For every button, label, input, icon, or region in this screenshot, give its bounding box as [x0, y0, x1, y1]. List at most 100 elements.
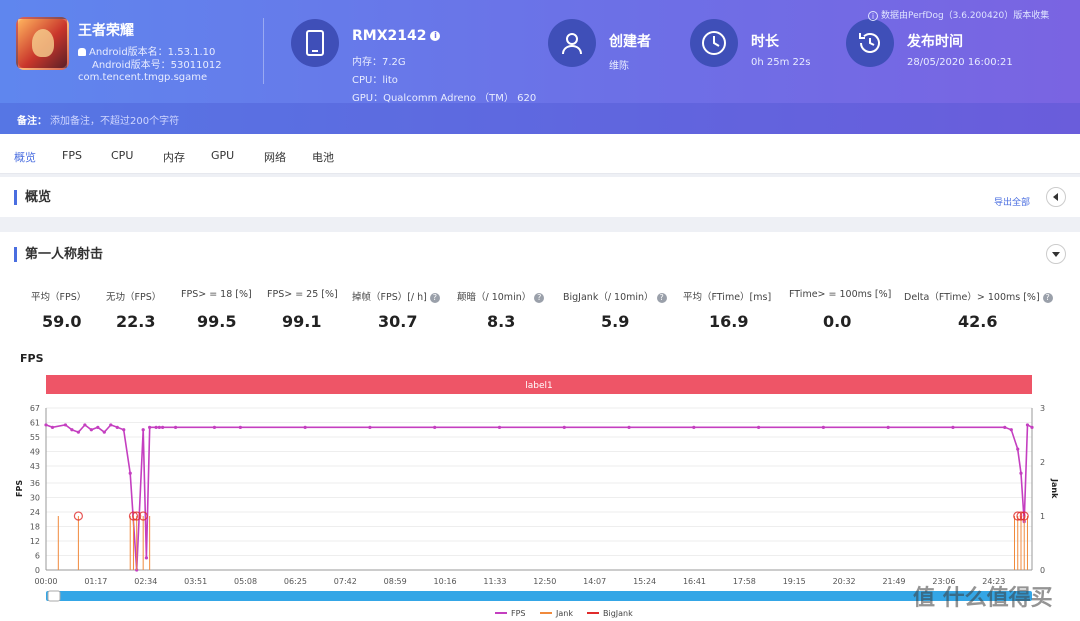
y-tick-label: 67: [30, 404, 40, 413]
x-tick-label: 00:00: [34, 577, 57, 586]
tab-memory[interactable]: 内存: [163, 149, 185, 165]
metric-value: 0.0: [823, 312, 852, 331]
metric-label: BigJank（/ 10min）?: [563, 289, 667, 303]
y-tick-label: 18: [30, 522, 40, 531]
fps-point: [109, 423, 113, 427]
metric-label: 无功（FPS）: [106, 292, 162, 303]
x-tick-label: 19:15: [783, 577, 806, 586]
overview-title: 概览: [14, 190, 51, 205]
legend-label: FPS: [511, 609, 526, 618]
fps-point: [1016, 447, 1020, 451]
watermark: 值 什么值得买: [913, 586, 1053, 611]
info-icon[interactable]: i: [430, 31, 441, 41]
fps-point: [148, 425, 152, 429]
help-icon[interactable]: ?: [1042, 292, 1053, 303]
duration-label: 时长: [751, 34, 779, 50]
note-bar: 备注： 添加备注，不超过200个字符: [0, 103, 1080, 134]
x-tick-label: 14:07: [583, 577, 606, 586]
legend-label: BigJank: [603, 609, 633, 618]
x-tick-label: 02:34: [134, 577, 157, 586]
chart-title: FPS: [20, 352, 44, 365]
report-header: 王者荣耀 Android版本名：1.53.1.10 Android版本号：530…: [0, 0, 1080, 134]
history-icon: [846, 19, 894, 67]
creator-value: 维陈: [609, 61, 629, 72]
metric-label: FTime> = 100ms [%]: [789, 289, 892, 300]
device-gpu: GPU：Qualcomm Adreno （TM） 620: [352, 93, 537, 104]
scrollbar-handle[interactable]: [47, 590, 61, 602]
fps-point: [76, 430, 80, 434]
x-tick-label: 15:24: [633, 577, 656, 586]
metric-value: 8.3: [487, 312, 516, 331]
tab-gpu[interactable]: GPU: [211, 149, 234, 162]
fps-point: [89, 428, 93, 432]
fps-point: [161, 425, 165, 429]
fps-point: [157, 425, 161, 429]
y2-tick-label: 1: [1040, 512, 1045, 521]
tab-cpu[interactable]: CPU: [111, 149, 133, 162]
metric-value: 22.3: [116, 312, 156, 331]
tab-battery[interactable]: 电池: [312, 149, 334, 165]
x-tick-label: 05:08: [234, 577, 257, 586]
tab-network[interactable]: 网络: [264, 149, 286, 165]
x-tick-label: 12:50: [533, 577, 556, 586]
x-tick-label: 20:32: [833, 577, 856, 586]
fps-point: [128, 471, 132, 475]
fps-point: [1030, 425, 1034, 429]
publish-value: 28/05/2020 16:00:21: [907, 57, 1013, 68]
phone-icon: [291, 19, 339, 67]
fps-point: [1003, 425, 1007, 429]
fps-point: [173, 425, 178, 429]
expand-down-icon[interactable]: [1046, 244, 1066, 264]
metric-value: 99.1: [282, 312, 322, 331]
user-icon: [548, 19, 596, 67]
tab-fps[interactable]: FPS: [62, 149, 82, 162]
clock-icon: [690, 19, 738, 67]
fps-point: [627, 425, 631, 429]
header-divider: [263, 18, 264, 84]
y-tick-label: 12: [30, 537, 40, 546]
x-tick-label: 10:16: [434, 577, 457, 586]
publish-label: 发布时间: [907, 34, 963, 50]
metric-label: 平均（FPS）: [31, 292, 87, 303]
y2-tick-label: 0: [1040, 566, 1045, 575]
x-tick-label: 06:25: [284, 577, 307, 586]
metric-label: 颠暗（/ 10min）?: [457, 289, 545, 303]
data-source-note: i 数据由PerfDog（3.6.200420）版本收集: [868, 8, 1049, 21]
app-version-code: Android版本号：53011012: [92, 60, 222, 71]
fps-point: [886, 425, 890, 429]
fps-point: [757, 425, 761, 429]
device-memory: 内存：7.2G: [352, 57, 406, 68]
fps-point: [102, 430, 106, 434]
note-input[interactable]: 添加备注，不超过200个字符: [50, 112, 179, 127]
fps-point: [497, 425, 502, 429]
y-tick-label: 43: [30, 462, 40, 471]
collapse-left-icon[interactable]: [1046, 187, 1066, 207]
y2-tick-label: 3: [1040, 404, 1045, 413]
legend-label: Jank: [555, 609, 573, 618]
fps-point: [96, 425, 100, 429]
fps-point: [154, 425, 158, 429]
android-icon: [78, 48, 86, 56]
y-tick-label: 36: [30, 479, 40, 488]
help-icon[interactable]: ?: [534, 292, 545, 303]
export-all-link[interactable]: 导出全部: [994, 195, 1030, 208]
y2-tick-label: 2: [1040, 458, 1045, 467]
help-icon[interactable]: ?: [656, 292, 667, 303]
help-icon[interactable]: ?: [429, 292, 440, 303]
metric-value: 42.6: [958, 312, 998, 331]
note-label: 备注：: [17, 116, 47, 127]
metric-value: 59.0: [42, 312, 82, 331]
metric-label: FPS> = 18 [%]: [181, 289, 252, 300]
y-tick-label: 6: [35, 551, 40, 560]
tab-overview[interactable]: 概览: [14, 149, 36, 165]
metric-value: 99.5: [197, 312, 237, 331]
x-tick-label: 03:51: [184, 577, 207, 586]
fps-point: [368, 425, 372, 429]
creator-label: 创建者: [609, 34, 651, 50]
section-title: 第一人称射击: [14, 247, 103, 262]
duration-value: 0h 25m 22s: [751, 57, 811, 68]
time-scrollbar[interactable]: [46, 591, 1032, 601]
y-tick-label: 0: [35, 566, 40, 575]
metric-value: 5.9: [601, 312, 630, 331]
x-tick-label: 17:58: [733, 577, 756, 586]
